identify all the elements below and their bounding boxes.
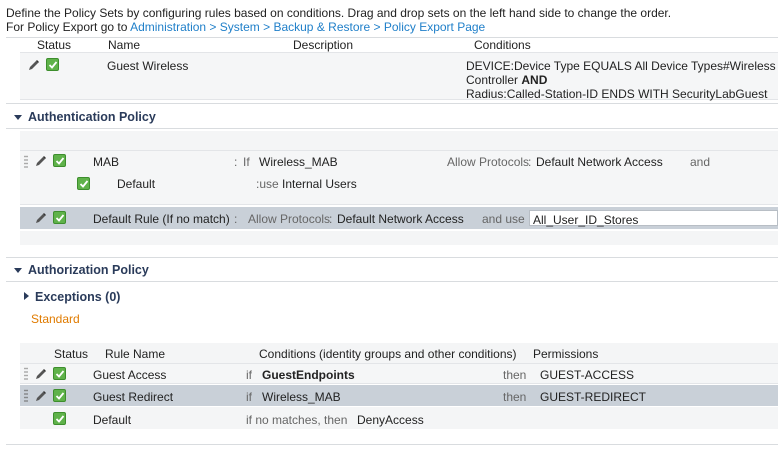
mab-status-checkbox[interactable] [53,154,66,167]
policy-export-link[interactable]: Administration > System > Backup & Resto… [130,20,485,34]
authz-col-permissions: Permissions [533,347,599,361]
edit-pencil-icon[interactable] [35,212,47,224]
guest-access-status-checkbox[interactable] [53,367,66,380]
default-rule-identity[interactable]: All_User_ID_Stores [533,213,638,227]
authz-permission[interactable]: DenyAccess [357,413,424,427]
edit-pencil-icon[interactable] [28,59,40,71]
authz-condition[interactable]: Wireless_MAB [262,390,341,404]
drag-handle-icon[interactable] [24,155,28,169]
default-rule-status-checkbox[interactable] [53,211,66,224]
mab-protocols[interactable]: Default Network Access [536,155,663,169]
authz-col-conditions: Conditions (identity groups and other co… [259,347,517,361]
mab-and-label: and [690,155,711,169]
policy-set-condition-line2: Controller AND [466,73,548,87]
default-rule-name[interactable]: Default Rule (If no match) [93,212,230,226]
default-subrule-identity[interactable]: Internal Users [282,177,357,191]
drag-handle-icon[interactable] [24,367,28,381]
policy-set-condition-line3: Radius:Called-Station-ID ENDS WITH Secur… [466,87,768,101]
authz-rule-name[interactable]: Guest Redirect [93,390,173,404]
col-header-status: Status [37,38,72,52]
edit-pencil-icon[interactable] [35,368,47,380]
authz-col-rule-name: Rule Name [105,347,166,361]
guest-redirect-status-checkbox[interactable] [53,389,66,402]
mab-colon: : [234,155,238,169]
mab-rule-name[interactable]: MAB [93,155,119,169]
col-header-description: Description [293,38,354,52]
col-header-name: Name [108,38,141,52]
policy-set-name: Guest Wireless [107,59,189,73]
col-header-conditions: Conditions [474,38,531,52]
policy-set-condition-line1: DEVICE:Device Type EQUALS All Device Typ… [466,59,776,73]
edit-pencil-icon[interactable] [35,390,47,402]
collapse-triangle-icon[interactable] [14,115,22,120]
authz-col-status: Status [54,347,89,361]
authz-if-label: if [246,368,252,382]
mab-colon-2: : [528,155,532,169]
default-rule-protocols[interactable]: Default Network Access [337,212,464,226]
and-operator: AND [521,73,548,87]
authz-permission[interactable]: GUEST-ACCESS [540,368,634,382]
policy-export-hint: For Policy Export go to Administration >… [6,20,485,34]
mab-if-label: If [243,155,250,169]
policy-set-status-checkbox[interactable] [46,58,59,71]
authz-then-label: then [503,390,527,404]
default-subrule-checkbox[interactable] [77,177,90,190]
intro-text: Define the Policy Sets by configuring ru… [6,6,672,20]
authz-then-label: then [503,368,527,382]
drag-handle-icon[interactable] [24,389,28,403]
mab-condition[interactable]: Wireless_MAB [259,155,338,169]
default-rule-and-use-label: and use : [482,212,532,226]
authz-default-status-checkbox[interactable] [53,412,66,425]
collapse-triangle-icon[interactable] [14,268,22,273]
authentication-policy-title[interactable]: Authentication Policy [28,110,156,124]
authz-rule-name[interactable]: Default [93,413,131,427]
standard-label[interactable]: Standard [31,312,80,326]
authz-if-no-match-label: if no matches, then [246,413,348,427]
default-subrule-use-label: :use [256,177,279,191]
exceptions-title[interactable]: Exceptions (0) [35,290,120,304]
authorization-policy-title[interactable]: Authorization Policy [28,263,149,277]
authz-permission[interactable]: GUEST-REDIRECT [540,390,646,404]
default-subrule-name[interactable]: Default [117,177,155,191]
edit-pencil-icon[interactable] [35,155,47,167]
mab-allow-protocols-label: Allow Protocols [447,155,530,169]
default-rule-allow-protocols-label: Allow Protocols [248,212,331,226]
authz-rule-name[interactable]: Guest Access [93,368,166,382]
default-rule-colon-2: : [329,212,333,226]
policy-export-prefix: For Policy Export go to [6,20,131,34]
authz-condition[interactable]: GuestEndpoints [262,368,355,382]
default-rule-colon: : [234,212,238,226]
authz-if-label: if [246,390,252,404]
expand-triangle-icon[interactable] [24,292,29,300]
